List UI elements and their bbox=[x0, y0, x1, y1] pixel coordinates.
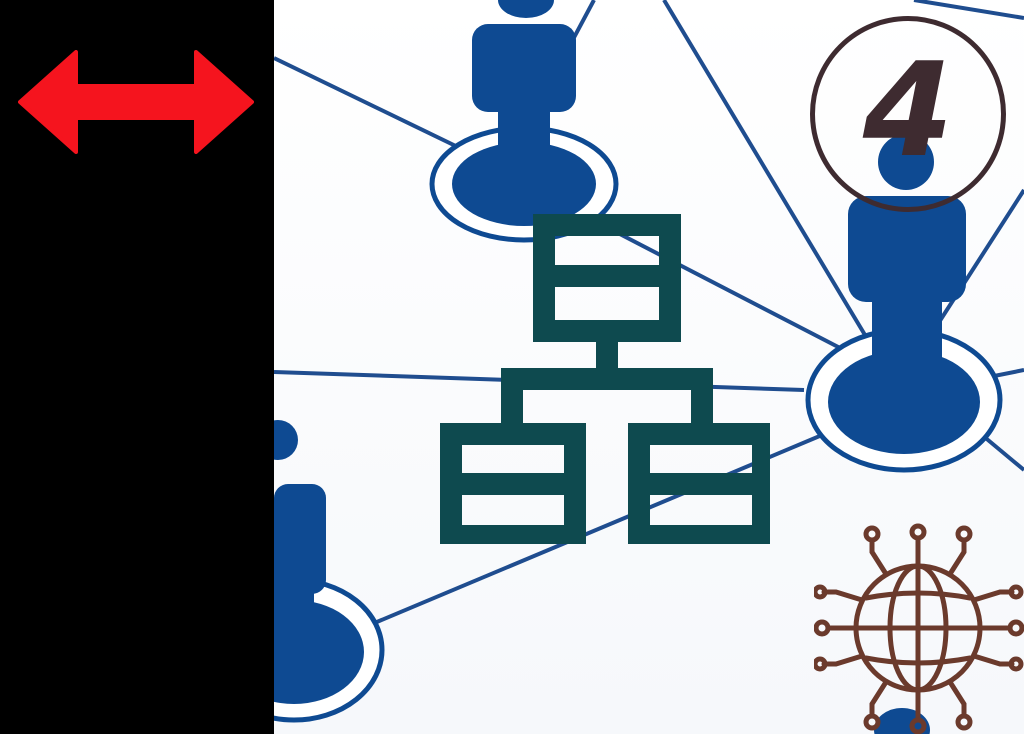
double-headed-arrow-icon bbox=[18, 50, 254, 154]
org-chart-icon bbox=[440, 214, 770, 544]
step-number: 4 bbox=[862, 34, 954, 186]
step-number-badge: 4 bbox=[810, 16, 1006, 212]
person-icon-top bbox=[429, 0, 619, 243]
left-panel bbox=[0, 0, 274, 734]
global-network-icon bbox=[814, 523, 1024, 734]
person-icon-bottom-left bbox=[274, 420, 385, 723]
